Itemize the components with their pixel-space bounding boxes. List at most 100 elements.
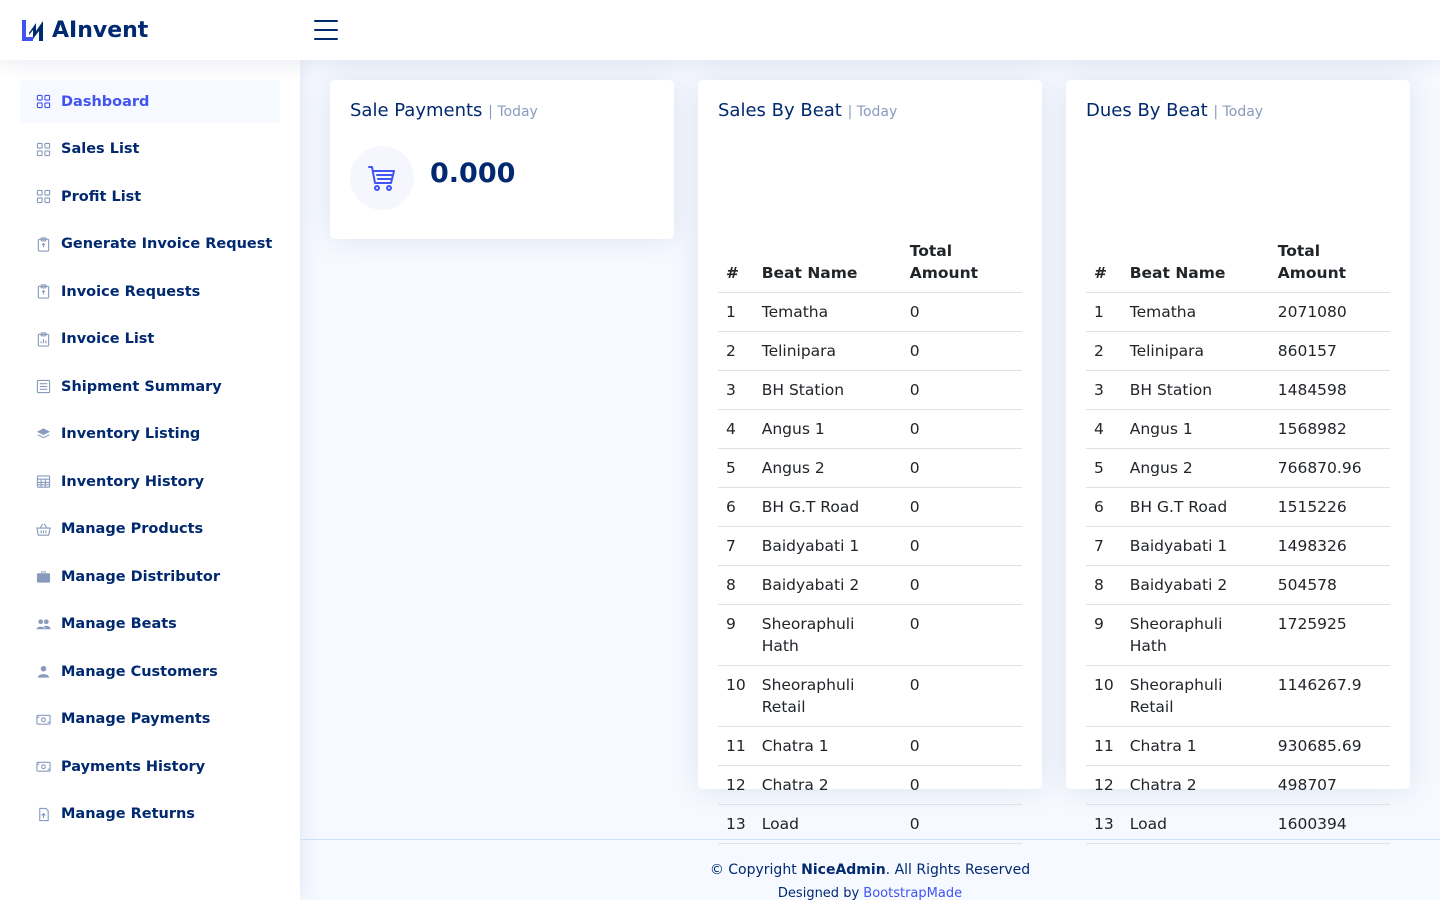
dues-by-beat-card: Dues By Beat | Today # Beat Name Total A…: [1066, 80, 1410, 844]
sidebar-item-dashboard[interactable]: Dashboard: [20, 80, 280, 123]
beat-name: Tematha: [753, 292, 902, 332]
table-row: 3 BH Station 1484598: [1086, 370, 1390, 410]
table-row: 10 Sheoraphuli Retail 1146267.9: [1086, 665, 1390, 727]
layers-icon: [35, 426, 51, 442]
sidebar-item-manage-customers[interactable]: Manage Customers: [20, 650, 280, 693]
row-number: 3: [1086, 370, 1122, 410]
table-row: 7 Baidyabati 1 1498326: [1086, 526, 1390, 566]
table-row: 5 Angus 2 766870.96: [1086, 448, 1390, 488]
card-period: | Today: [488, 104, 538, 120]
row-number: 13: [718, 804, 754, 844]
table-row: 12 Chatra 2 498707: [1086, 765, 1390, 805]
table-header-row: # Beat Name Total Amount: [718, 240, 1022, 293]
grid-icon: [35, 94, 51, 110]
sidebar-item-label: Manage Beats: [61, 616, 177, 632]
beat-name: Sheoraphuli Hath: [753, 604, 902, 666]
beat-name: BH G.T Road: [753, 487, 902, 527]
table-row: 6 BH G.T Road 1515226: [1086, 487, 1390, 527]
beat-name: BH G.T Road: [1121, 487, 1270, 527]
total-amount: 0: [901, 565, 1022, 605]
table-row: 3 BH Station 0: [718, 370, 1022, 410]
sidebar-item-label: Sales List: [61, 141, 140, 157]
dues-by-beat-title: Dues By Beat | Today: [1086, 100, 1263, 121]
sidebar-item-manage-products[interactable]: Manage Products: [20, 508, 280, 551]
menu-icon[interactable]: [314, 19, 338, 41]
sidebar-item-label: Manage Payments: [61, 711, 211, 727]
row-number: 13: [1086, 804, 1122, 844]
column-header-beat-name: Beat Name: [753, 240, 902, 293]
table-row: 8 Baidyabati 2 504578: [1086, 565, 1390, 605]
table-row: 4 Angus 10: [718, 409, 1022, 449]
sidebar-item-inventory-listing[interactable]: Inventory Listing: [20, 413, 280, 456]
sidebar-item-invoice-list[interactable]: Invoice List: [20, 318, 280, 361]
total-amount: 0: [901, 526, 1022, 566]
sidebar-item-manage-distributor[interactable]: Manage Distributor: [20, 555, 280, 598]
table-row: 1 Tematha 0: [718, 292, 1022, 332]
sales-by-beat-title: Sales By Beat | Today: [718, 100, 897, 121]
table-row: 9 Sheoraphuli Hath 1725925: [1086, 604, 1390, 666]
row-number: 5: [718, 448, 754, 488]
clipboard-icon: [35, 236, 51, 252]
total-amount: 504578: [1269, 565, 1390, 605]
sidebar-item-label: Inventory Listing: [61, 426, 201, 442]
column-header-number: #: [1086, 240, 1122, 293]
footer-rights: . All Rights Reserved: [885, 862, 1031, 878]
top-header: AInvent: [0, 0, 1440, 60]
total-amount: 0: [901, 665, 1022, 727]
row-number: 6: [1086, 487, 1122, 527]
sidebar-item-sales-list[interactable]: Sales List: [20, 128, 280, 171]
row-number: 1: [718, 292, 754, 332]
person-icon: [35, 664, 51, 680]
briefcase-icon: [35, 569, 51, 585]
sidebar-item-payments-history[interactable]: Payments History: [20, 745, 280, 788]
beat-name: Sheoraphuli Hath: [1121, 604, 1270, 666]
table-row: 12 Chatra 20: [718, 765, 1022, 805]
logo[interactable]: AInvent: [20, 15, 148, 45]
card-period: | Today: [847, 104, 898, 120]
beat-name: Baidyabati 1: [753, 526, 902, 566]
sidebar-item-invoice-requests[interactable]: Invoice Requests: [20, 270, 280, 313]
row-number: 11: [1086, 726, 1122, 766]
card-title-text: Sales By Beat: [718, 100, 842, 121]
cart-icon-wrapper: [350, 146, 414, 210]
row-number: 12: [718, 765, 754, 805]
designer-link[interactable]: BootstrapMade: [863, 886, 962, 900]
row-number: 7: [718, 526, 754, 566]
sidebar-item-inventory-history[interactable]: Inventory History: [20, 460, 280, 503]
cash-icon: [35, 759, 51, 775]
clipboard-icon: [35, 284, 51, 300]
sidebar-item-manage-payments[interactable]: Manage Payments: [20, 698, 280, 741]
basket-icon: [35, 521, 51, 537]
sales-by-beat-card: Sales By Beat | Today # Beat Name Total …: [698, 80, 1042, 844]
row-number: 11: [718, 726, 754, 766]
beat-name: Telinipara: [753, 331, 902, 371]
table-row: 9 Sheoraphuli Hath 0: [718, 604, 1022, 666]
total-amount: 766870.96: [1269, 448, 1390, 488]
beat-name: Tematha: [1121, 292, 1270, 332]
sidebar-item-manage-returns[interactable]: Manage Returns: [20, 793, 280, 836]
grid-icon: [35, 189, 51, 205]
row-number: 10: [1086, 665, 1122, 727]
sidebar-item-label: Dashboard: [61, 93, 150, 110]
table-row: 7 Baidyabati 10: [718, 526, 1022, 566]
beat-name: Telinipara: [1121, 331, 1270, 371]
card-title-text: Sale Payments: [350, 100, 483, 121]
row-number: 7: [1086, 526, 1122, 566]
sidebar-item-profit-list[interactable]: Profit List: [20, 175, 280, 218]
sidebar-item-generate-invoice-request[interactable]: Generate Invoice Request: [20, 223, 280, 266]
sidebar-item-shipment-summary[interactable]: Shipment Summary: [20, 365, 280, 408]
table-row: 8 Baidyabati 20: [718, 565, 1022, 605]
sidebar-item-manage-beats[interactable]: Manage Beats: [20, 603, 280, 646]
beat-name: Baidyabati 1: [1121, 526, 1270, 566]
table-row: 11 Chatra 10: [718, 726, 1022, 766]
total-amount: 860157: [1269, 331, 1390, 371]
sale-payments-card: Sale Payments | Today 0.000: [330, 80, 674, 239]
sidebar-item-label: Invoice List: [61, 331, 155, 347]
card-period: | Today: [1213, 104, 1264, 120]
row-number: 2: [718, 331, 754, 371]
total-amount: 0: [901, 604, 1022, 666]
total-amount: 0: [901, 765, 1022, 805]
sidebar-nav: Dashboard Sales List Profit List Generate I…: [20, 80, 280, 840]
beat-name: BH Station: [1121, 370, 1270, 410]
row-number: 8: [1086, 565, 1122, 605]
